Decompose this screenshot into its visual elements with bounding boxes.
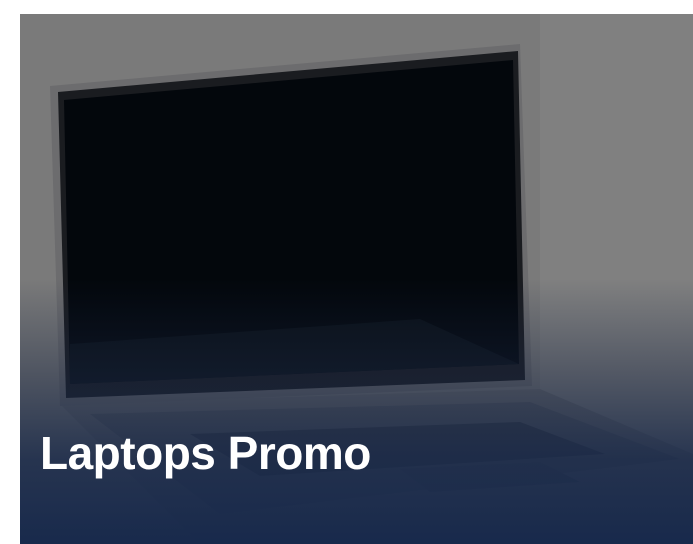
laptops-promo-card[interactable]: Laptops Promo — [20, 14, 693, 544]
promo-title: Laptops Promo — [40, 427, 371, 479]
page: Laptops Promo — [0, 0, 693, 544]
